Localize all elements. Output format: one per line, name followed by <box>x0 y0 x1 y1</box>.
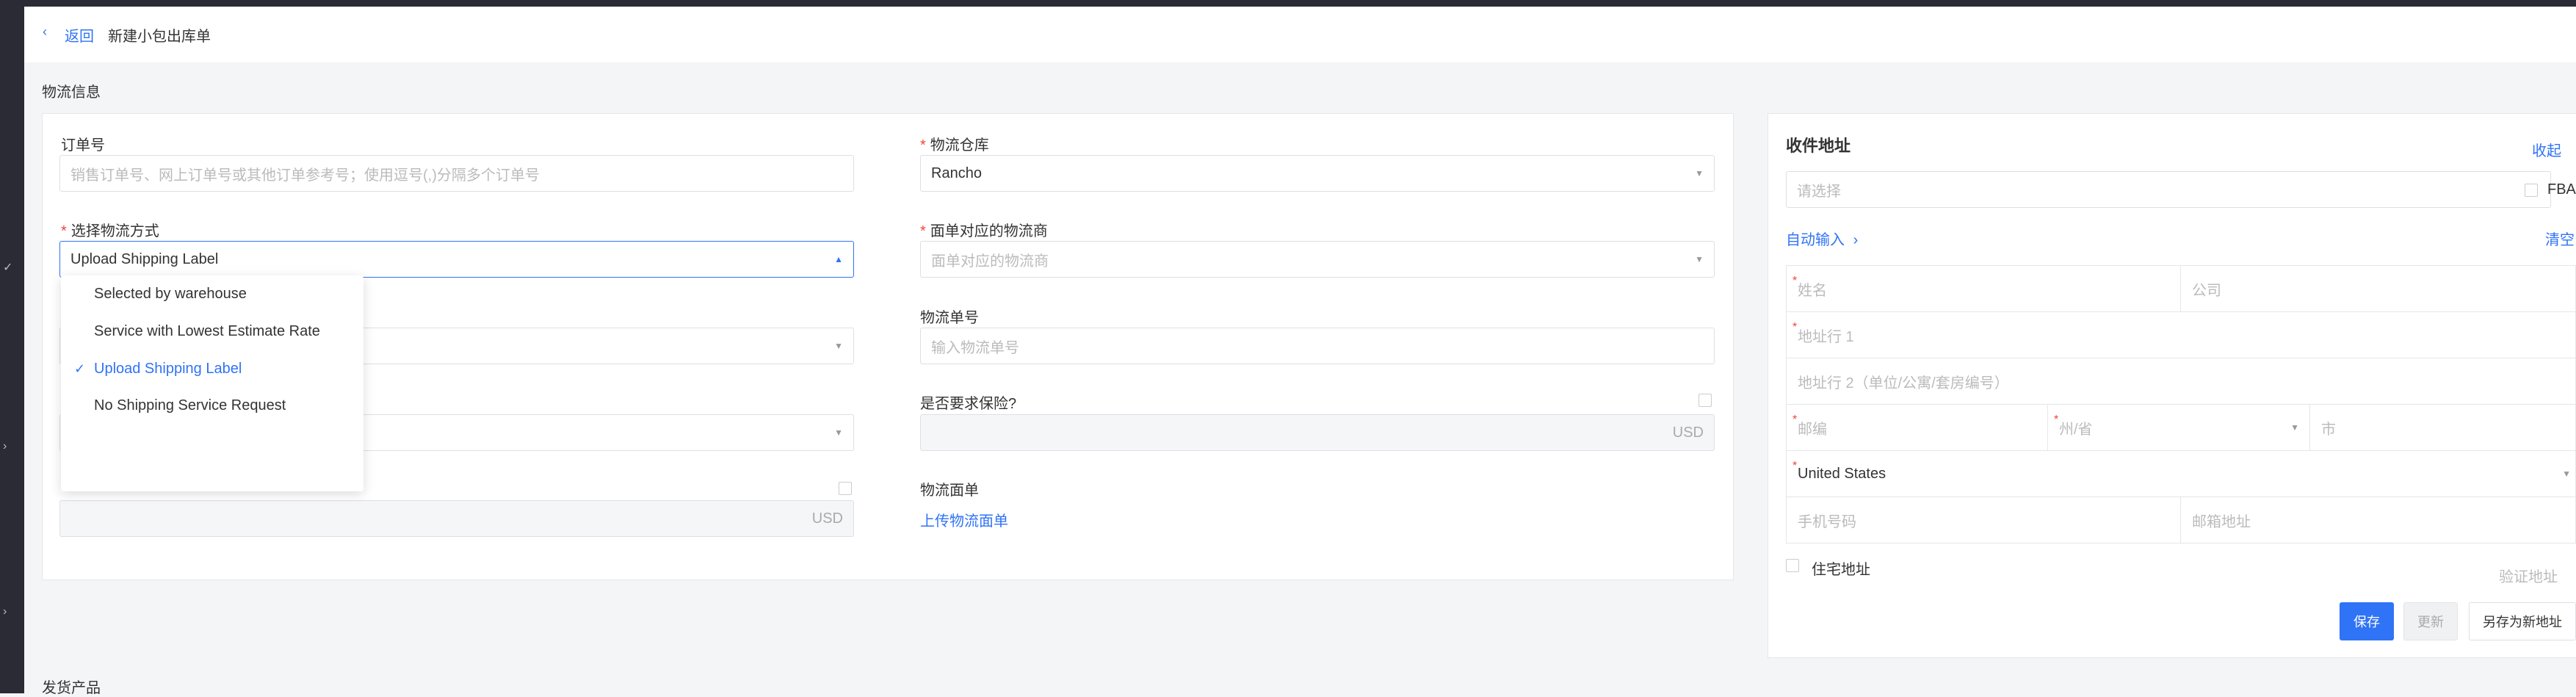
zip-placeholder: 邮编 <box>1798 421 1827 438</box>
save-as-new-button[interactable]: 另存为新地址 <box>2469 602 2576 640</box>
check-icon: ✓ <box>74 361 86 376</box>
caret-down-icon: ▼ <box>2290 422 2299 433</box>
warehouse-value: Rancho <box>931 165 982 181</box>
chevron-right-icon[interactable]: › <box>3 440 7 453</box>
left-sidebar: ✓ › › <box>0 7 24 693</box>
left-amount-currency: USD <box>811 510 843 527</box>
upload-label-link[interactable]: 上传物流面单 <box>920 509 1008 530</box>
country-value: United States <box>1798 465 1886 482</box>
page-title: 新建小包出库单 <box>108 29 211 45</box>
name-input[interactable]: * 姓名 <box>1786 265 2181 312</box>
caret-down-icon: ▼ <box>834 341 843 351</box>
order-no-label: 订单号 <box>61 137 105 154</box>
tracking-no-label: 物流单号 <box>920 310 979 326</box>
tracking-no-placeholder: 输入物流单号 <box>931 339 1019 356</box>
company-placeholder: 公司 <box>2192 282 2221 299</box>
chevron-left-icon[interactable]: ‹ <box>43 24 47 40</box>
city-placeholder: 市 <box>2321 421 2336 438</box>
order-no-input[interactable]: 销售订单号、网上订单号或其他订单参考号；使用逗号(,)分隔多个订单号 <box>59 155 854 192</box>
chevron-right-icon: › <box>1853 232 1859 248</box>
caret-up-icon: ▲ <box>834 254 843 264</box>
residential-label: 住宅地址 <box>1812 562 1870 578</box>
address-title: 收件地址 <box>1786 137 1851 155</box>
email-input[interactable]: 邮箱地址 <box>2180 496 2576 543</box>
top-bar <box>0 0 2576 7</box>
address-select-placeholder: 请选择 <box>1797 183 1841 200</box>
caret-down-icon: ▼ <box>834 427 843 438</box>
residential-checkbox[interactable] <box>1786 559 1799 572</box>
clear-link[interactable]: 清空 <box>2545 228 2575 249</box>
country-select[interactable]: * United States ▼ <box>1786 450 2576 497</box>
caret-down-icon: ▼ <box>2562 469 2571 479</box>
address-line1-input[interactable]: * 地址行 1 <box>1786 311 2576 358</box>
shipping-method-select[interactable]: Upload Shipping Label ▲ <box>59 241 854 278</box>
left-amount-input: USD <box>59 500 854 537</box>
insurance-checkbox[interactable] <box>1698 394 1712 407</box>
address-book-select[interactable]: 请选择 <box>1786 171 2551 208</box>
verify-address-link[interactable]: 验证地址 <box>2499 565 2558 586</box>
section-title-products: 发货产品 <box>42 680 101 696</box>
carrier-placeholder: 面单对应的物流商 <box>931 253 1049 270</box>
phone-input[interactable]: 手机号码 <box>1786 496 2181 543</box>
auto-input-link[interactable]: 自动输入 › <box>1786 228 1858 249</box>
city-input[interactable]: 市 <box>2309 404 2576 451</box>
address-line2-placeholder: 地址行 2（单位/公寓/套房编号） <box>1798 375 2009 391</box>
fba-label: FBA <box>2547 181 2576 198</box>
shipping-method-value: Upload Shipping Label <box>70 250 219 267</box>
address-line2-input[interactable]: 地址行 2（单位/公寓/套房编号） <box>1786 358 2576 405</box>
phone-placeholder: 手机号码 <box>1798 513 1856 530</box>
dropdown-option[interactable]: No Shipping Service Request <box>94 397 286 414</box>
dropdown-option[interactable]: Service with Lowest Estimate Rate <box>94 323 320 340</box>
caret-down-icon: ▼ <box>1695 254 1704 264</box>
label-upload-label: 物流面单 <box>920 483 979 499</box>
email-placeholder: 邮箱地址 <box>2192 513 2251 530</box>
update-button: 更新 <box>2403 602 2458 640</box>
carrier-select[interactable]: 面单对应的物流商 ▼ <box>920 241 1715 278</box>
insurance-currency: USD <box>1672 424 1704 441</box>
section-title-logistics: 物流信息 <box>42 84 101 101</box>
chevron-right-icon[interactable]: › <box>3 605 7 618</box>
order-no-placeholder: 销售订单号、网上订单号或其他订单参考号；使用逗号(,)分隔多个订单号 <box>70 167 540 184</box>
dropdown-option-selected[interactable]: Upload Shipping Label <box>94 361 242 378</box>
warehouse-label: * 物流仓库 <box>920 137 989 154</box>
left-checkbox[interactable] <box>839 482 852 495</box>
tracking-no-input[interactable]: 输入物流单号 <box>920 328 1715 364</box>
carrier-label: * 面单对应的物流商 <box>920 223 1048 239</box>
zip-input[interactable]: * 邮编 <box>1786 404 2048 451</box>
warehouse-select[interactable]: Rancho ▼ <box>920 155 1715 192</box>
address-line1-placeholder: 地址行 1 <box>1798 328 1854 345</box>
insurance-amount-input: USD <box>920 414 1715 451</box>
collapse-link[interactable]: 收起 <box>2532 139 2561 160</box>
save-button[interactable]: 保存 <box>2340 602 2394 640</box>
back-link[interactable]: 返回 <box>65 24 94 46</box>
company-input[interactable]: 公司 <box>2180 265 2576 312</box>
dropdown-option[interactable]: Selected by warehouse <box>94 286 247 303</box>
state-placeholder: 州/省 <box>2059 421 2093 438</box>
state-select[interactable]: * 州/省 ▼ <box>2047 404 2310 451</box>
caret-down-icon: ▼ <box>1695 168 1704 178</box>
insurance-label: 是否要求保险? <box>920 396 1017 412</box>
shipping-method-dropdown: Selected by warehouse Service with Lowes… <box>61 275 363 491</box>
shipping-method-label: * 选择物流方式 <box>61 223 159 239</box>
fba-checkbox[interactable] <box>2525 184 2538 197</box>
name-placeholder: 姓名 <box>1798 282 1827 299</box>
check-icon: ✓ <box>3 261 13 274</box>
page-header <box>24 7 2576 62</box>
